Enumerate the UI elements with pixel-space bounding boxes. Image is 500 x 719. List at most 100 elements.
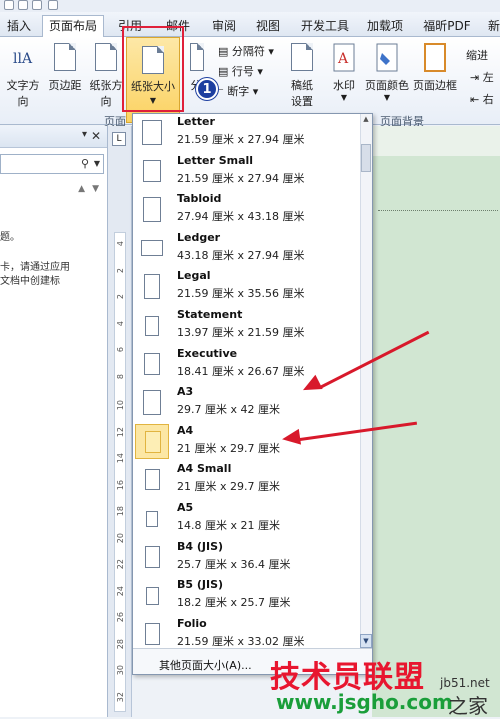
paper-size-name: A3 (177, 385, 194, 399)
paper-size-name: Legal (177, 269, 211, 283)
line-numbers-label: 行号 (231, 65, 254, 78)
tab-insert[interactable]: 插入 (0, 16, 38, 37)
manuscript-label-2: 设置 (291, 95, 313, 108)
page-color-icon (374, 43, 400, 73)
paper-size-option[interactable]: Executive 18.41 厘米 x 26.67 厘米 (133, 345, 361, 384)
ruler-number: 26 (116, 612, 125, 623)
qat-icon[interactable] (32, 0, 42, 10)
chevron-down-icon[interactable]: ▼ (94, 159, 100, 168)
ruler-number: 32 (116, 691, 125, 702)
watermark-label: 水印 (333, 79, 355, 92)
nav-text-line: 题。 (0, 232, 20, 243)
tab-foxit-pdf[interactable]: 福昕PDF (418, 16, 476, 37)
paper-size-option[interactable]: A4 21 厘米 x 29.7 厘米 (133, 422, 361, 461)
paper-size-option[interactable]: B5 (JIS) 18.2 厘米 x 25.7 厘米 (133, 576, 361, 615)
paper-size-name: Tabloid (177, 192, 222, 206)
paper-size-option[interactable]: Ledger 43.18 厘米 x 27.94 厘米 (133, 229, 361, 268)
paper-icon (142, 120, 162, 145)
paper-icon-frame (135, 617, 169, 652)
ruler-number: 4 (116, 320, 125, 326)
paper-size-option[interactable]: A3 29.7 厘米 x 42 厘米 (133, 383, 361, 422)
hyphenation-button[interactable]: ⁻ 断字 ▾ (218, 83, 258, 99)
close-icon[interactable]: ✕ (91, 129, 101, 143)
paper-size-option[interactable]: A5 14.8 厘米 x 21 厘米 (133, 499, 361, 538)
paper-size-dimensions: 29.7 厘米 x 42 厘米 (177, 403, 280, 417)
dropdown-arrow-icon[interactable]: ▾ (82, 129, 87, 140)
page-border-button[interactable]: 页面边框 (412, 43, 458, 93)
nav-text-line: 文档中创建标 (0, 276, 60, 287)
paper-size-option[interactable]: Statement 13.97 厘米 x 21.59 厘米 (133, 306, 361, 345)
qat-icon[interactable] (48, 0, 58, 10)
document-area[interactable] (372, 126, 500, 717)
paper-size-dimensions: 18.41 厘米 x 26.67 厘米 (177, 364, 305, 378)
previous-icon[interactable]: ▲ (78, 184, 85, 194)
tab-review[interactable]: 审阅 (204, 16, 244, 37)
indent-left-field[interactable]: ⇥ 左 (470, 69, 494, 85)
more-paper-sizes-label: 其他页面大小(A)... (159, 659, 252, 672)
scroll-up-icon[interactable]: ▲ (361, 115, 371, 125)
paper-size-name: B5 (JIS) (177, 578, 224, 592)
paper-size-name: Ledger (177, 230, 221, 244)
search-icon[interactable]: ⚲ (81, 157, 89, 170)
paper-size-option[interactable]: Letter 21.59 厘米 x 27.94 厘米 (133, 114, 361, 152)
breaks-icon: ▤ (218, 45, 229, 58)
ruler-number: 6 (116, 347, 125, 353)
paper-icon (143, 160, 161, 183)
tab-page-layout[interactable]: 页面布局 (42, 15, 104, 38)
next-icon[interactable]: ▼ (92, 184, 99, 194)
watermark-button[interactable]: A 水印 ▼ (326, 43, 362, 102)
scroll-thumb[interactable] (361, 144, 371, 172)
breaks-button[interactable]: ▤ 分隔符 ▾ (218, 43, 274, 59)
tab-selector[interactable]: L (112, 132, 126, 146)
line-numbers-button[interactable]: ▤ 行号 ▾ (218, 63, 263, 79)
page-color-button[interactable]: 页面颜色 ▼ (364, 43, 410, 102)
paper-icon-frame (135, 308, 169, 343)
tab-partial[interactable]: 新 (484, 16, 500, 37)
paper-size-dimensions: 13.97 厘米 x 21.59 厘米 (177, 326, 305, 339)
breaks-label: 分隔符 (231, 45, 265, 58)
paper-size-dimensions: 21.59 厘米 x 33.02 厘米 (177, 634, 305, 648)
paper-icon (144, 353, 160, 376)
text-direction-button[interactable]: llA 文字方向 (2, 43, 44, 109)
margins-icon (52, 43, 78, 73)
ruler-number: 2 (116, 267, 125, 273)
paper-size-name: Statement (177, 308, 243, 321)
scroll-down-icon[interactable]: ▼ (360, 634, 372, 648)
qat-icon[interactable] (18, 0, 28, 10)
paper-size-option[interactable]: Letter Small 21.59 厘米 x 27.94 厘米 (133, 152, 361, 191)
navigation-pane: ▾ ✕ ⚲ ▼ ▲ ▼ 题。 卡，请通过应用 文档中创建标 (0, 126, 108, 717)
paper-size-option[interactable]: Legal 21.59 厘米 x 35.56 厘米 (133, 267, 361, 306)
paper-size-option[interactable]: A4 Small 21 厘米 x 29.7 厘米 (133, 460, 361, 499)
paper-size-option[interactable]: B4 (JIS) 25.7 厘米 x 36.4 厘米 (133, 538, 361, 577)
site-watermark-url: www.jsgho.com (276, 690, 453, 714)
watermark-icon: A (331, 43, 357, 73)
paper-size-dimensions: 21.59 厘米 x 27.94 厘米 (177, 171, 305, 185)
tab-developer[interactable]: 开发工具 (296, 16, 354, 37)
scrollbar[interactable]: ▲ ▼ (360, 114, 372, 648)
margins-button[interactable]: 页边距 (46, 43, 84, 93)
tab-view[interactable]: 视图 (250, 16, 286, 37)
annotation-arrowhead (280, 428, 302, 448)
orientation-button[interactable]: 纸张方向 (86, 43, 126, 109)
manuscript-button[interactable]: 稿纸 设置 (282, 43, 322, 109)
ruler-number: 28 (116, 638, 125, 649)
paper-size-dimensions: 27.94 厘米 x 43.18 厘米 (177, 210, 305, 224)
svg-text:A: A (337, 51, 349, 67)
indent-right-field[interactable]: ⇤ 右 (470, 91, 494, 107)
paper-size-name: A4 (177, 423, 194, 437)
ruler-number: 20 (116, 532, 125, 543)
paper-size-gallery: Letter 21.59 厘米 x 27.94 厘米 Letter Small 21.… (132, 113, 373, 675)
tab-addins[interactable]: 加载项 (362, 16, 408, 37)
paper-icon (141, 240, 163, 257)
paper-icon (145, 431, 161, 454)
indent-label: 缩进 (466, 49, 488, 62)
paper-size-dimensions: 21.59 厘米 x 35.56 厘米 (177, 287, 305, 301)
paper-icon-frame (135, 115, 169, 150)
ruler-number: 10 (116, 400, 125, 411)
paper-size-option[interactable]: Tabloid 27.94 厘米 x 43.18 厘米 (133, 190, 361, 229)
chevron-down-icon: ▼ (340, 93, 348, 102)
qat-icon[interactable] (4, 0, 14, 10)
paper-icon-frame (135, 540, 169, 575)
ruler-number: 16 (116, 479, 125, 490)
search-input[interactable]: ⚲ ▼ (0, 154, 104, 174)
